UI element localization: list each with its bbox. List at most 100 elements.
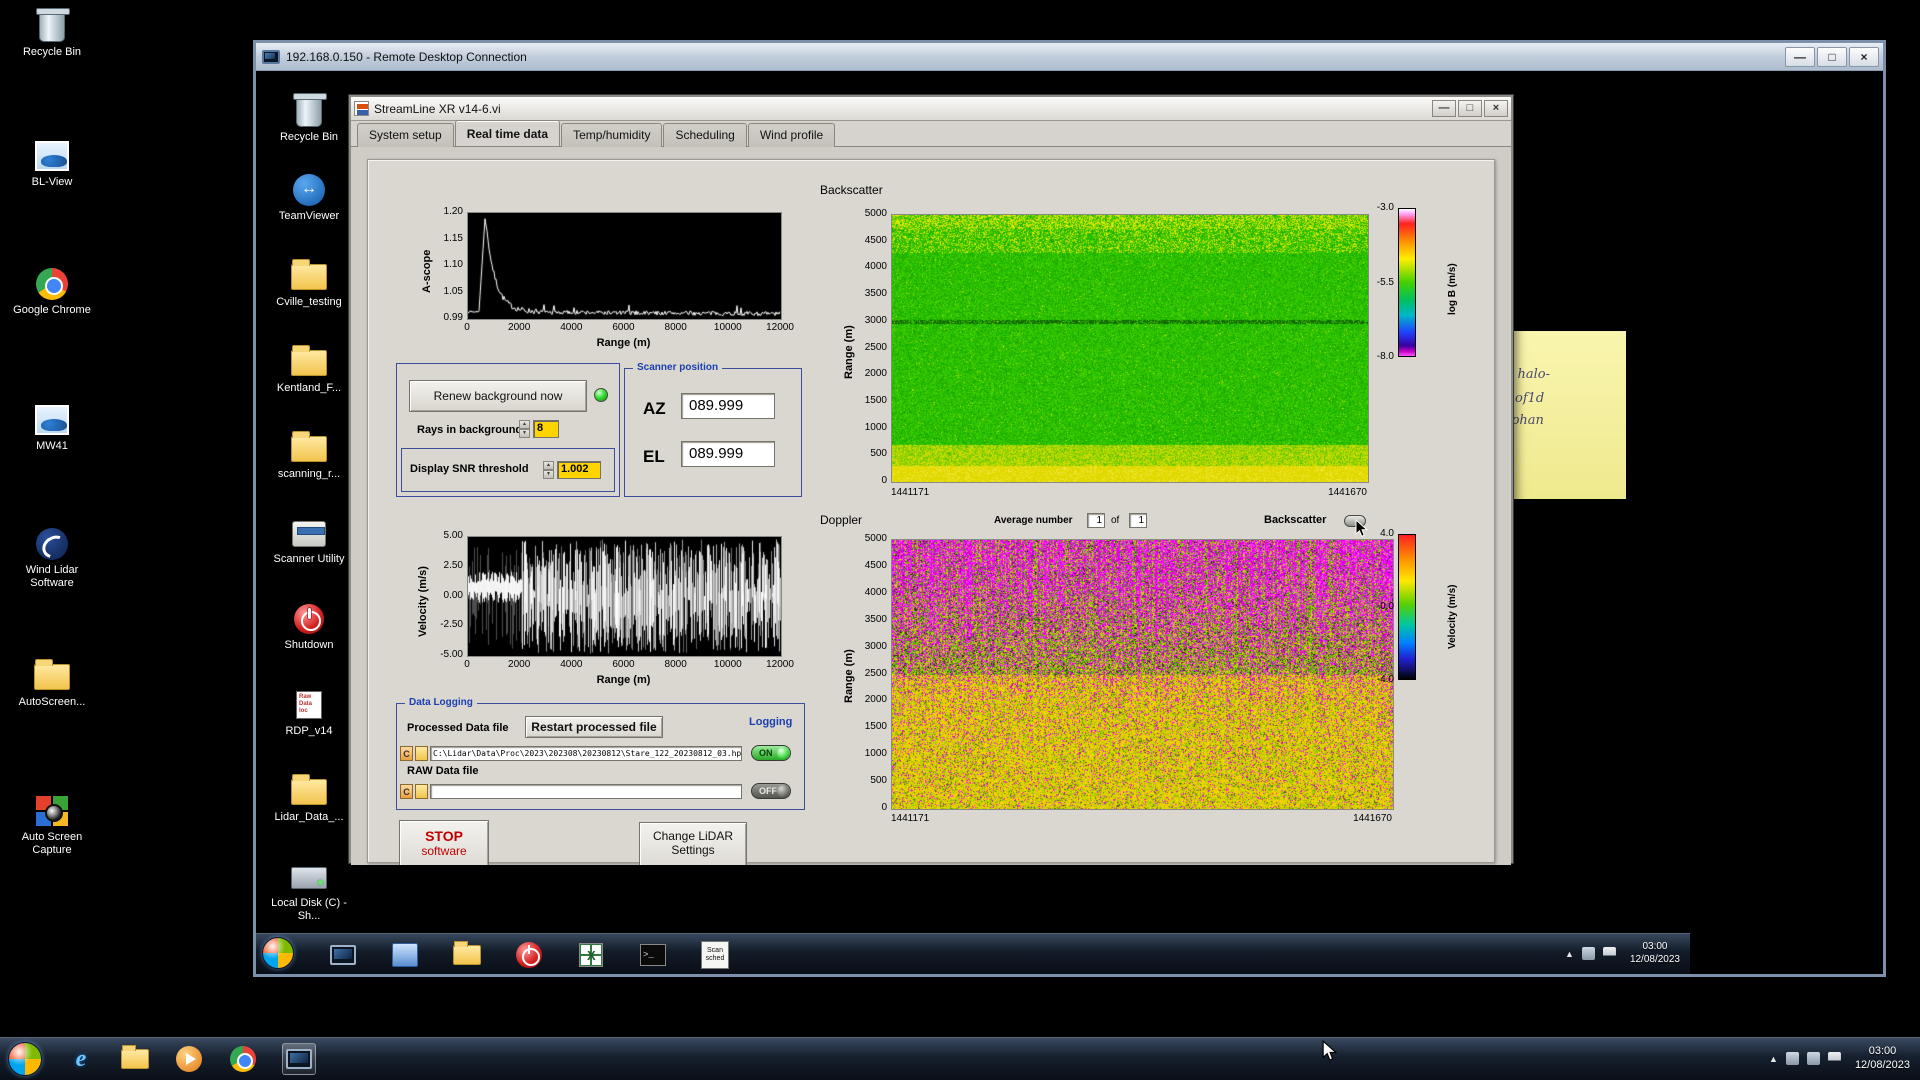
remote-taskbar-shutdown-icon[interactable]: [512, 939, 546, 971]
rdp-titlebar[interactable]: 192.168.0.150 - Remote Desktop Connectio…: [256, 43, 1883, 71]
tray-icon[interactable]: [1785, 1052, 1799, 1065]
raw-logging-toggle[interactable]: OFF: [751, 783, 791, 799]
tray-flag-icon[interactable]: [1602, 947, 1616, 960]
desktop-icon-mw41[interactable]: MW41: [6, 404, 98, 453]
remote-icon-rdp-v14[interactable]: Raw Data loc RDP_v14: [268, 689, 350, 738]
processed-logging-toggle[interactable]: ON: [751, 745, 791, 761]
remote-icon-recycle-bin[interactable]: Recycle Bin: [268, 93, 350, 144]
desktop-icon-bl-view[interactable]: BL-View: [6, 140, 98, 189]
rdp-minimize-button[interactable]: —: [1785, 46, 1815, 67]
labview-titlebar[interactable]: StreamLine XR v14-6.vi — □ ×: [351, 97, 1511, 121]
rdp-close-button[interactable]: ×: [1849, 46, 1879, 67]
labview-icon: [354, 101, 369, 116]
host-clock[interactable]: 03:00 12/08/2023: [1849, 1045, 1916, 1073]
desktop-icon-auto-screen-capture[interactable]: Auto Screen Capture: [6, 795, 98, 857]
tray-flag-icon[interactable]: [1827, 1052, 1841, 1065]
remote-icon-scanner-utility[interactable]: Scanner Utility: [268, 517, 350, 566]
remote-clock[interactable]: 03:00 12/08/2023: [1624, 941, 1686, 966]
axis-tick: 2.50: [443, 559, 463, 571]
remote-taskbar-folder-icon[interactable]: [450, 939, 484, 971]
browse-folder-icon[interactable]: [415, 784, 428, 799]
average-of-field[interactable]: 1: [1129, 513, 1147, 528]
desktop-icon-label: Google Chrome: [13, 304, 91, 316]
remote-icon-teamviewer[interactable]: ↔ TeamViewer: [268, 174, 350, 223]
velocity-chart: [467, 536, 782, 657]
desktop-icon-wind-lidar[interactable]: Wind Lidar Software: [6, 528, 98, 590]
cmd-icon: >_: [640, 944, 666, 966]
labview-close-button[interactable]: ×: [1484, 100, 1508, 117]
remote-icon-local-disk[interactable]: Local Disk (C) - Sh...: [268, 861, 350, 923]
remote-taskbar-app-icon[interactable]: [388, 939, 422, 971]
snr-value-field[interactable]: 1.002: [557, 461, 601, 479]
rdp-maximize-button[interactable]: □: [1817, 46, 1847, 67]
taskbar-media-icon[interactable]: [172, 1043, 206, 1075]
remote-icon-scanning[interactable]: scanning_r...: [268, 431, 350, 481]
restart-processed-file-button[interactable]: Restart processed file: [525, 716, 663, 738]
taskbar-chrome-icon[interactable]: [226, 1043, 260, 1075]
desktop-icon-autoscreen[interactable]: AutoScreen...: [6, 659, 98, 709]
remote-taskbar-grid-icon[interactable]: [574, 939, 608, 971]
desktop-icon-google-chrome[interactable]: Google Chrome: [6, 268, 98, 317]
tab-real-time-data[interactable]: Real time data: [454, 120, 561, 146]
tab-wind-profile[interactable]: Wind profile: [747, 123, 836, 147]
desktop-icon-label: BL-View: [31, 176, 73, 188]
desktop-icon-label: Recycle Bin: [22, 46, 82, 58]
start-orb[interactable]: [8, 1042, 42, 1076]
taskbar-explorer-icon[interactable]: [118, 1043, 152, 1075]
backscatter-heatmap: [891, 214, 1369, 483]
renew-background-button[interactable]: Renew background now: [409, 380, 587, 412]
folder-icon: [121, 1045, 149, 1069]
mouse-cursor: [1322, 1040, 1337, 1061]
remote-icon-kentland[interactable]: Kentland_F...: [268, 345, 350, 395]
average-number-field[interactable]: 1: [1087, 513, 1105, 528]
axis-tick: 12000: [766, 322, 794, 333]
backscatter-toggle-label: Backscatter: [1264, 514, 1327, 526]
axis-tick: -0.0: [1376, 601, 1394, 612]
tab-scheduling[interactable]: Scheduling: [663, 123, 747, 147]
tray-expand-icon[interactable]: ▲: [1565, 949, 1574, 959]
recycle-bin-icon: [36, 8, 70, 42]
axis-tick: 8000: [664, 322, 687, 333]
remote-taskbar-window-icon[interactable]: [326, 939, 360, 971]
az-value-field[interactable]: 089.999: [681, 393, 775, 419]
doppler-x-end: 1441670: [1353, 813, 1392, 824]
raw-path-field[interactable]: [430, 784, 742, 799]
rays-spinner[interactable]: ▲ ▼: [519, 420, 530, 438]
remote-taskbar: >_ Scansched ▲ 03:00 12/08/2023: [256, 932, 1690, 974]
remote-icon-cville-testing[interactable]: Cville_testing: [268, 259, 350, 309]
folder-icon: [34, 659, 70, 690]
tab-system-setup[interactable]: System setup: [357, 123, 454, 147]
tray-volume-icon[interactable]: [1581, 947, 1595, 960]
snr-spinner[interactable]: ▲ ▼: [543, 461, 554, 479]
host-desktop: { "host_desktop": { "icons": [ {"label":…: [0, 0, 1920, 1080]
desktop-icon-recycle-bin[interactable]: Recycle Bin: [6, 8, 98, 59]
remote-taskbar-cmd-icon[interactable]: >_: [636, 939, 670, 971]
backscatter-colorbar: [1398, 208, 1416, 357]
tray-expand-icon[interactable]: ▲: [1769, 1054, 1778, 1064]
taskbar-rdp-icon-active[interactable]: [282, 1043, 316, 1075]
axis-tick: 2000: [508, 322, 531, 333]
change-lidar-button[interactable]: Change LiDAR Settings: [639, 822, 747, 865]
el-value-field[interactable]: 089.999: [681, 441, 775, 467]
browse-folder-icon[interactable]: [415, 746, 428, 761]
labview-maximize-button[interactable]: □: [1458, 100, 1482, 117]
drive-icon[interactable]: C: [400, 784, 413, 799]
tray-icon[interactable]: [1806, 1052, 1820, 1065]
taskbar-ie-icon[interactable]: e: [64, 1043, 98, 1075]
axis-tick: 1.10: [443, 259, 463, 270]
processed-path-field[interactable]: C:\Lidar\Data\Proc\2023\202308\20230812\…: [430, 746, 742, 761]
average-number-label: Average number: [994, 515, 1073, 526]
remote-icon-shutdown[interactable]: Shutdown: [268, 603, 350, 652]
labview-minimize-button[interactable]: —: [1432, 100, 1456, 117]
of-label: of: [1111, 515, 1120, 526]
rays-value-field[interactable]: 8: [533, 420, 559, 438]
stop-button[interactable]: STOP software: [399, 820, 489, 865]
remote-icon-lidar-data[interactable]: Lidar_Data_...: [268, 774, 350, 824]
axis-tick: 4000: [864, 261, 887, 273]
drive-icon[interactable]: C: [400, 746, 413, 761]
tab-temp-humidity[interactable]: Temp/humidity: [561, 123, 663, 147]
doppler-colorbar: [1398, 534, 1416, 680]
remote-taskbar-scan-sched-icon[interactable]: Scan sched: [698, 939, 732, 971]
remote-start-orb[interactable]: [262, 937, 294, 969]
front-panel: A-scope 1.20 1.15 1.10 1.05 0.99 0 2000 4000 60…: [351, 147, 1511, 865]
